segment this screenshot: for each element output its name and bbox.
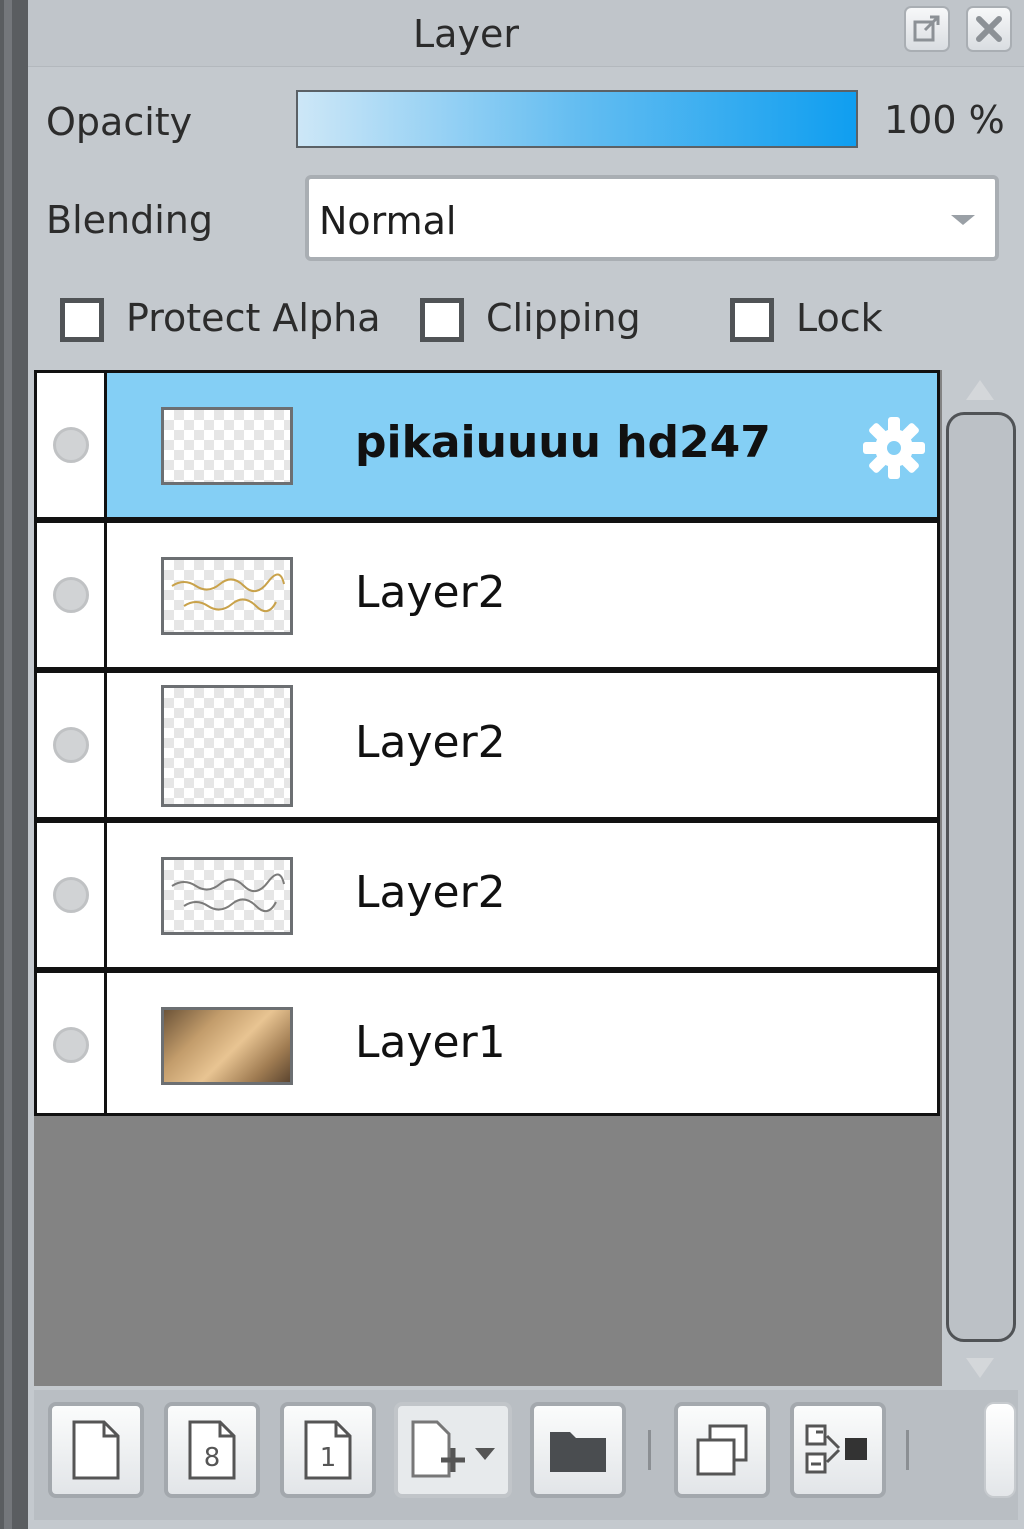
layer-name: Layer2 [355,867,506,918]
protect-alpha-label: Protect Alpha [126,296,381,340]
close-icon [976,16,1002,42]
layer-row[interactable]: Layer1 [34,970,940,1116]
handwriting-thumbnail-icon [171,873,285,913]
gear-icon[interactable] [859,413,929,483]
visibility-dot-icon [53,427,89,463]
layer-visibility-toggle[interactable] [37,973,107,1113]
layer-row[interactable]: Layer2 [34,520,940,670]
layer-panel: Layer Opacity 100 % Blending Normal Prot… [28,0,1024,1529]
new-1bit-layer-icon: 1 [304,1420,352,1480]
clipping-label: Clipping [486,296,641,340]
layer-visibility-toggle[interactable] [37,523,107,667]
layer-thumbnail [161,857,293,935]
layer-row-body[interactable]: pikaiuuuu hd247 [107,373,937,517]
new-layer-button[interactable] [48,1402,144,1498]
panel-titlebar[interactable]: Layer [28,0,1024,67]
opacity-slider[interactable] [296,90,858,148]
window-edge [0,0,28,1529]
toolbar-separator [906,1430,909,1470]
layer-thumbnail [161,1007,293,1085]
new-1bit-layer-button[interactable]: 1 [280,1402,376,1498]
blending-label: Blending [46,198,213,242]
duplicate-layer-button[interactable] [674,1402,770,1498]
layer-list-scrollbar[interactable] [944,370,1018,1386]
add-layer-menu-icon [411,1420,495,1478]
toolbar-scroll-handle[interactable] [984,1402,1016,1498]
merge-layer-icon [805,1424,867,1474]
add-layer-menu-button[interactable] [394,1402,512,1498]
layer-row[interactable]: pikaiuuuu hd247 [34,370,940,520]
scrollbar-thumb[interactable] [946,412,1016,1342]
merge-layer-button[interactable] [790,1402,886,1498]
folder-icon [550,1432,606,1472]
layer-row-body[interactable]: Layer2 [107,673,937,817]
layer-row-body[interactable]: Layer2 [107,823,937,967]
opacity-label: Opacity [46,100,193,144]
lock-option[interactable]: Lock [730,296,890,348]
opacity-slider-fill [298,92,856,146]
layer-name: Layer2 [355,717,506,768]
visibility-dot-icon [53,577,89,613]
popout-icon [913,15,940,42]
layer-name: pikaiuuuu hd247 [355,417,771,468]
new-8bit-layer-icon: 8 [188,1420,236,1480]
popout-button[interactable] [904,6,950,52]
clipping-checkbox[interactable] [420,298,464,342]
scroll-up-arrow-icon[interactable] [966,380,994,400]
layer-toolbar: 8 1 [34,1390,1018,1520]
layer-thumbnail [161,557,293,635]
layer-list: pikaiuuuu hd247 Layer2 Layer2 Layer2 Lay… [34,370,942,1386]
lock-label: Lock [796,296,883,340]
layer-visibility-toggle[interactable] [37,373,107,517]
chevron-down-icon [951,215,975,225]
blending-mode-value: Normal [319,199,457,243]
svg-text:8: 8 [204,1443,221,1473]
blending-mode-select[interactable]: Normal [305,175,999,261]
toolbar-separator [648,1430,651,1470]
panel-title: Layer [413,12,519,56]
opacity-value: 100 % [884,98,1005,142]
new-layer-icon [72,1420,120,1480]
visibility-dot-icon [53,727,89,763]
layer-row[interactable]: Layer2 [34,670,940,820]
layer-visibility-toggle[interactable] [37,673,107,817]
duplicate-layer-icon [696,1424,748,1476]
visibility-dot-icon [53,877,89,913]
panel-bottom-edge [28,1520,1024,1529]
layer-name: Layer2 [355,567,506,618]
layer-row[interactable]: Layer2 [34,820,940,970]
layer-thumbnail [161,407,293,485]
layer-visibility-toggle[interactable] [37,823,107,967]
handwriting-thumbnail-icon [171,573,285,613]
layer-row-body[interactable]: Layer2 [107,523,937,667]
visibility-dot-icon [53,1027,89,1063]
protect-alpha-checkbox[interactable] [60,298,104,342]
close-button[interactable] [966,6,1012,52]
svg-text:1: 1 [320,1443,337,1473]
lock-checkbox[interactable] [730,298,774,342]
layer-name: Layer1 [355,1017,506,1068]
layer-thumbnail [161,685,293,807]
new-8bit-layer-button[interactable]: 8 [164,1402,260,1498]
clipping-option[interactable]: Clipping [420,296,660,348]
scroll-down-arrow-icon[interactable] [966,1358,994,1378]
protect-alpha-option[interactable]: Protect Alpha [60,296,400,348]
new-folder-button[interactable] [530,1402,626,1498]
layer-row-body[interactable]: Layer1 [107,973,937,1113]
